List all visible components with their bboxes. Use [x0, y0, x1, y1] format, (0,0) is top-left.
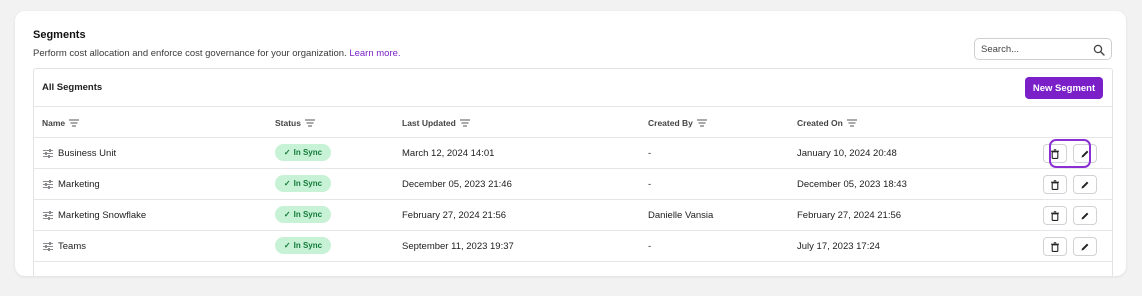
last-updated-cell: December 05, 2023 21:46 — [402, 179, 512, 190]
delete-button[interactable] — [1043, 206, 1067, 225]
page-subtitle: Perform cost allocation and enforce cost… — [33, 48, 401, 59]
pencil-icon — [1081, 150, 1089, 157]
column-header-name[interactable]: Name — [42, 118, 80, 128]
created-by-cell: - — [648, 148, 652, 159]
segment-name[interactable]: Marketing Snowflake — [58, 210, 146, 221]
sliders-icon — [43, 180, 53, 189]
trash-icon — [1051, 241, 1059, 252]
table-header: Name Status Last Updated Created By Crea… — [34, 107, 1112, 138]
segment-name[interactable]: Teams — [58, 241, 86, 252]
sliders-icon — [43, 242, 53, 251]
column-label: Last Updated — [402, 118, 456, 128]
column-header-created-on[interactable]: Created On — [797, 118, 857, 128]
trash-icon — [1051, 148, 1059, 159]
status-label: In Sync — [293, 148, 323, 157]
last-updated-cell: February 27, 2024 21:56 — [402, 210, 507, 221]
panel-title: All Segments — [42, 82, 103, 93]
delete-button[interactable] — [1043, 237, 1067, 256]
status-badge: ✓ In Sync — [275, 206, 331, 223]
column-header-created-by[interactable]: Created By — [648, 118, 707, 128]
table-row[interactable]: Teams ✓ In Sync September 11, 2023 19:37 … — [34, 231, 1112, 262]
column-label: Name — [42, 118, 66, 128]
edit-button[interactable] — [1073, 237, 1097, 256]
status-label: In Sync — [293, 210, 323, 219]
search-box[interactable] — [974, 38, 1112, 60]
trash-icon — [1051, 210, 1059, 221]
sort-icon[interactable] — [304, 119, 315, 127]
status-badge: ✓ In Sync — [275, 144, 331, 161]
table-row[interactable]: Business Unit ✓ In Sync March 12, 2024 14… — [34, 138, 1112, 169]
pencil-icon — [1081, 243, 1089, 250]
learn-more-link[interactable]: Learn more. — [349, 48, 400, 59]
panel-header: All Segments New Segment — [34, 69, 1112, 107]
column-header-status[interactable]: Status — [275, 118, 315, 128]
column-label: Created By — [648, 118, 693, 128]
check-icon: ✓ — [283, 210, 291, 219]
created-on-cell: February 27, 2024 21:56 — [797, 210, 902, 221]
segment-name[interactable]: Business Unit — [58, 148, 116, 159]
column-label: Created On — [797, 118, 843, 128]
column-label: Status — [275, 118, 301, 128]
created-by-cell: - — [648, 241, 652, 252]
created-on-cell: December 05, 2023 18:43 — [797, 179, 907, 190]
table-row[interactable]: Marketing ✓ In Sync December 05, 2023 21:… — [34, 169, 1112, 200]
check-icon: ✓ — [283, 241, 291, 250]
sort-icon[interactable] — [459, 119, 470, 127]
edit-button[interactable] — [1073, 206, 1097, 225]
last-updated-cell: September 11, 2023 19:37 — [402, 241, 514, 252]
status-badge: ✓ In Sync — [275, 237, 331, 254]
check-icon: ✓ — [283, 148, 291, 157]
sliders-icon — [43, 211, 53, 220]
new-segment-button[interactable]: New Segment — [1025, 77, 1103, 99]
search-icon[interactable] — [1093, 44, 1105, 56]
last-updated-cell: March 12, 2024 14:01 — [402, 148, 495, 159]
sort-icon[interactable] — [846, 119, 857, 127]
delete-button[interactable] — [1043, 144, 1067, 163]
segment-name[interactable]: Marketing — [58, 179, 100, 190]
status-badge: ✓ In Sync — [275, 175, 331, 192]
status-label: In Sync — [293, 241, 323, 250]
edit-button[interactable] — [1073, 175, 1097, 194]
sort-icon[interactable] — [696, 119, 707, 127]
sort-icon[interactable] — [69, 119, 80, 127]
subtitle-text: Perform cost allocation and enforce cost… — [33, 48, 347, 59]
segments-card: Segments Perform cost allocation and enf… — [15, 11, 1126, 276]
column-header-last-updated[interactable]: Last Updated — [402, 118, 470, 128]
page-title: Segments — [33, 29, 86, 41]
created-on-cell: January 10, 2024 20:48 — [797, 148, 897, 159]
pencil-icon — [1081, 181, 1089, 188]
created-by-cell: Danielle Vansia — [648, 210, 714, 221]
search-input[interactable] — [981, 42, 1089, 57]
trash-icon — [1051, 179, 1059, 190]
delete-button[interactable] — [1043, 175, 1067, 194]
sliders-icon — [43, 149, 53, 158]
edit-button[interactable] — [1073, 144, 1097, 163]
created-by-cell: - — [648, 179, 652, 190]
created-on-cell: July 17, 2023 17:24 — [797, 241, 880, 252]
status-label: In Sync — [293, 179, 323, 188]
pencil-icon — [1081, 212, 1089, 219]
check-icon: ✓ — [283, 179, 291, 188]
segments-panel: All Segments New Segment Name Status Las… — [33, 68, 1113, 276]
table-row[interactable]: Marketing Snowflake ✓ In Sync February 27… — [34, 200, 1112, 231]
